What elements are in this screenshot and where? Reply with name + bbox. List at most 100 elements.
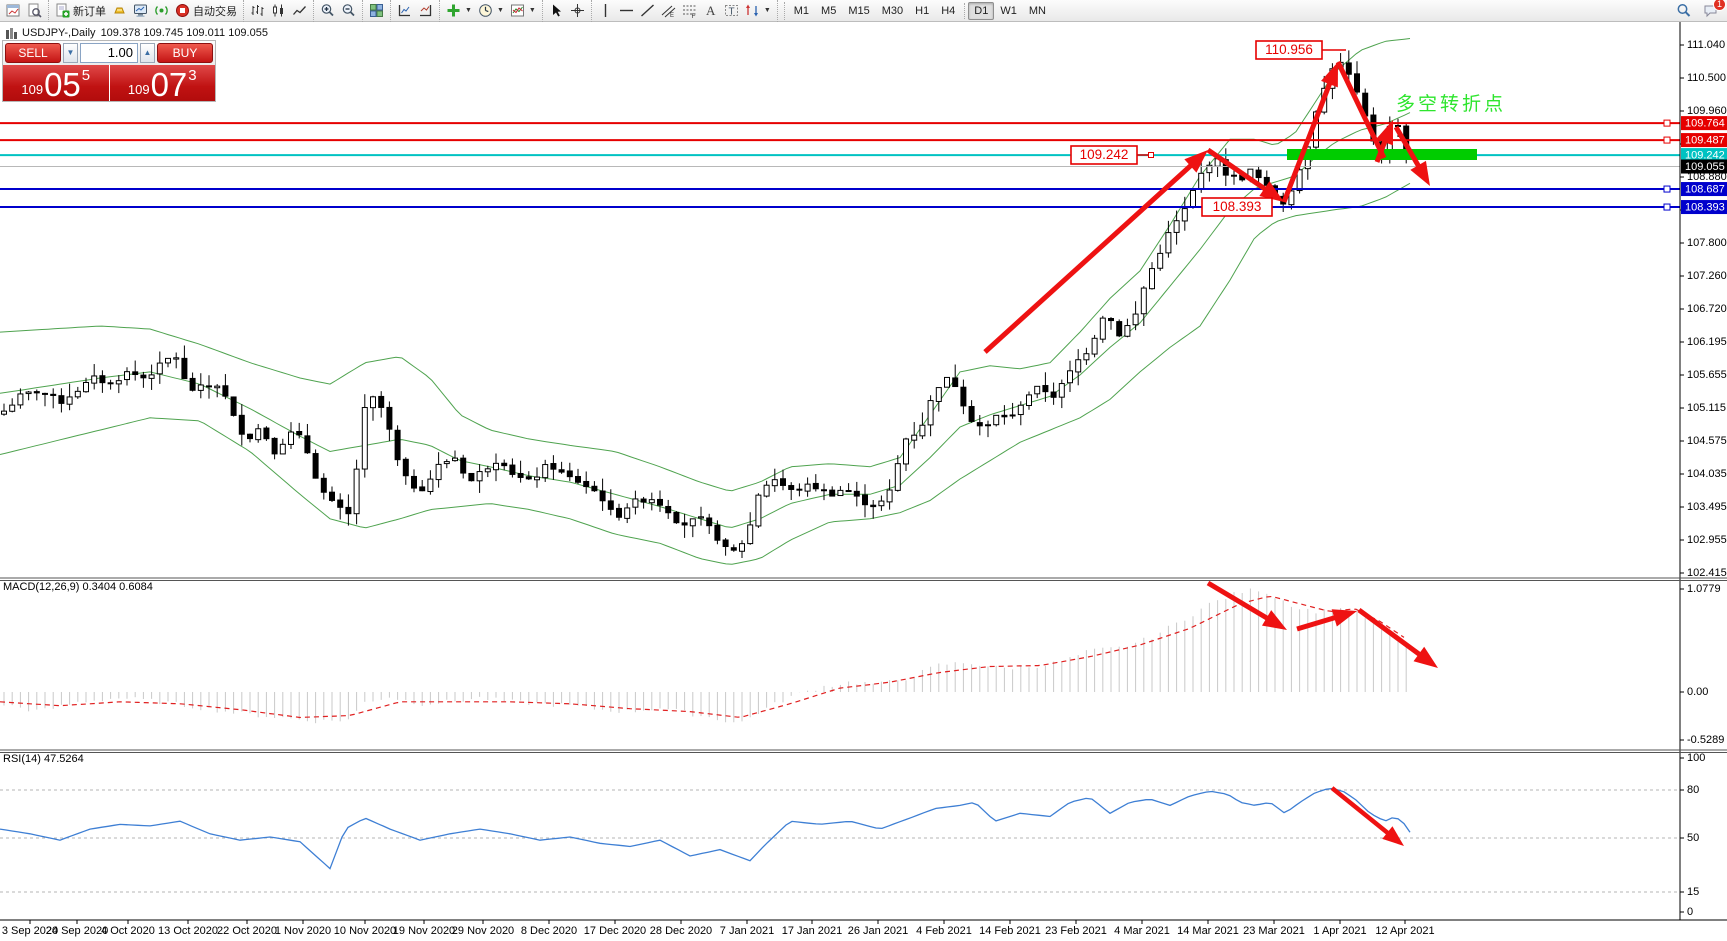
svg-text:1.0779: 1.0779: [1687, 583, 1721, 595]
price-badge-109.487: 109.487: [1681, 133, 1727, 147]
timeframe-m1-button[interactable]: M1: [788, 2, 815, 20]
zoom-in-button[interactable]: [317, 1, 338, 21]
turning-point-text[interactable]: 多空转折点: [1396, 93, 1506, 115]
indicators-button[interactable]: ▼: [443, 1, 475, 21]
svg-text:109.487: 109.487: [1685, 134, 1725, 146]
volume-increase-button[interactable]: ▲: [140, 43, 155, 63]
new-order-button[interactable]: 新订单: [52, 1, 109, 21]
svg-text:A: A: [706, 3, 716, 18]
svg-text:F: F: [691, 13, 695, 18]
svg-text:8 Dec 2020: 8 Dec 2020: [521, 925, 577, 937]
gold-button[interactable]: [109, 1, 130, 21]
price-badge-109.764: 109.764: [1681, 116, 1727, 130]
timeframe-h4-button[interactable]: H4: [935, 2, 961, 20]
tile-windows-icon: [369, 3, 384, 18]
page-preview-button[interactable]: [24, 1, 45, 21]
signal-icon: [154, 3, 169, 18]
svg-text:14 Feb 2021: 14 Feb 2021: [979, 925, 1041, 937]
sell-price-sup: 5: [82, 67, 90, 84]
fibonacci-button[interactable]: F: [679, 1, 700, 21]
svg-text:10 Nov 2020: 10 Nov 2020: [334, 925, 396, 937]
cursor-button[interactable]: [546, 1, 567, 21]
timeframe-w1-button[interactable]: W1: [994, 2, 1023, 20]
fibo-icon: F: [682, 3, 697, 18]
volume-input[interactable]: 1.00: [80, 43, 138, 63]
crosshair-button[interactable]: [567, 1, 588, 21]
clock-icon: [478, 3, 493, 18]
buy-button[interactable]: BUY: [157, 43, 213, 63]
sell-price-big: 05: [44, 71, 81, 99]
svg-text:-0.5289: -0.5289: [1687, 734, 1724, 746]
text-button[interactable]: A: [700, 1, 721, 21]
templates-button[interactable]: ▼: [507, 1, 539, 21]
chevron-down-icon: ▼: [497, 7, 504, 14]
sell-button[interactable]: SELL: [5, 43, 61, 63]
price-badge-109.055: 109.055: [1681, 160, 1727, 174]
toolbar: 新订单自动交易▼▼▼EFAT▼ M1M5M15M30H1H4D1W1MN 1: [0, 0, 1727, 22]
candle-chart-button[interactable]: [268, 1, 289, 21]
svg-text:28 Dec 2020: 28 Dec 2020: [650, 925, 712, 937]
notification-badge: 1: [1713, 0, 1726, 11]
chart-surface[interactable]: 110.956109.242108.393多空转折点111.040110.500…: [0, 0, 1727, 941]
svg-text:109.764: 109.764: [1685, 118, 1725, 130]
svg-text:T: T: [728, 7, 734, 18]
auto-trading-button[interactable]: 自动交易: [172, 1, 240, 21]
timeframe-m15-button[interactable]: M15: [842, 2, 875, 20]
svg-text:108.687: 108.687: [1685, 183, 1725, 195]
text-icon: A: [703, 3, 718, 18]
profile2-button[interactable]: [415, 1, 436, 21]
chart-window-icon: [6, 3, 21, 18]
buy-price-panel[interactable]: 109 07 3: [110, 65, 216, 101]
ohlc-values: 109.378 109.745 109.011 109.055: [101, 27, 268, 39]
vline-button[interactable]: [595, 1, 616, 21]
symbol-period-label: USDJPY-,Daily: [22, 27, 96, 39]
timeframe-m30-button[interactable]: M30: [876, 2, 909, 20]
autotrade-icon: [175, 3, 190, 18]
new-order-icon: [55, 3, 70, 18]
timeframe-d1-button[interactable]: D1: [968, 2, 994, 20]
low-price-label[interactable]: 108.393: [1202, 198, 1272, 216]
svg-text:0: 0: [1687, 906, 1693, 918]
add-indicator-icon: [446, 3, 461, 18]
profile-button[interactable]: [394, 1, 415, 21]
sell-price-panel[interactable]: 109 05 5: [3, 65, 109, 101]
line-chart-button[interactable]: [289, 1, 310, 21]
svg-text:4 Feb 2021: 4 Feb 2021: [916, 925, 972, 937]
zoom-in-icon: [320, 3, 335, 18]
tile-windows-button[interactable]: [366, 1, 387, 21]
bar-chart-button[interactable]: [247, 1, 268, 21]
timeframe-m5-button[interactable]: M5: [815, 2, 842, 20]
price-badge-108.393: 108.393: [1681, 200, 1727, 214]
text-label-button[interactable]: T: [721, 1, 742, 21]
svg-text:102.955: 102.955: [1687, 534, 1727, 546]
notifications-button[interactable]: 1: [1700, 1, 1721, 21]
svg-text:105.655: 105.655: [1687, 369, 1727, 381]
periods-button[interactable]: ▼: [475, 1, 507, 21]
chart-title: USDJPY-,Daily 109.378 109.745 109.011 10…: [6, 27, 268, 39]
arrows-button[interactable]: ▼: [742, 1, 774, 21]
rsi-label: RSI(14) 47.5264: [3, 753, 84, 765]
svg-text:104.575: 104.575: [1687, 435, 1727, 447]
chart-window-button[interactable]: [3, 1, 24, 21]
volume-decrease-button[interactable]: ▼: [63, 43, 78, 63]
market-watch-button[interactable]: [130, 1, 151, 21]
svg-text:106.720: 106.720: [1687, 303, 1727, 315]
zoom-out-icon: [341, 3, 356, 18]
hline-button[interactable]: [616, 1, 637, 21]
trendline-button[interactable]: [637, 1, 658, 21]
svg-text:1 Nov 2020: 1 Nov 2020: [275, 925, 331, 937]
signals-button[interactable]: [151, 1, 172, 21]
svg-text:108.393: 108.393: [1213, 199, 1262, 214]
buy-price-prefix: 109: [128, 82, 150, 97]
search-button[interactable]: [1673, 1, 1694, 21]
hline-icon: [619, 3, 634, 18]
buy-price-big: 07: [151, 71, 188, 99]
zoom-out-button[interactable]: [338, 1, 359, 21]
page-preview-icon: [27, 3, 42, 18]
timeframe-mn-button[interactable]: MN: [1023, 2, 1052, 20]
timeframe-h1-button[interactable]: H1: [909, 2, 935, 20]
cursor-icon: [549, 3, 564, 18]
svg-text:4 Mar 2021: 4 Mar 2021: [1114, 925, 1170, 937]
channel-button[interactable]: E: [658, 1, 679, 21]
svg-text:17 Dec 2020: 17 Dec 2020: [584, 925, 646, 937]
